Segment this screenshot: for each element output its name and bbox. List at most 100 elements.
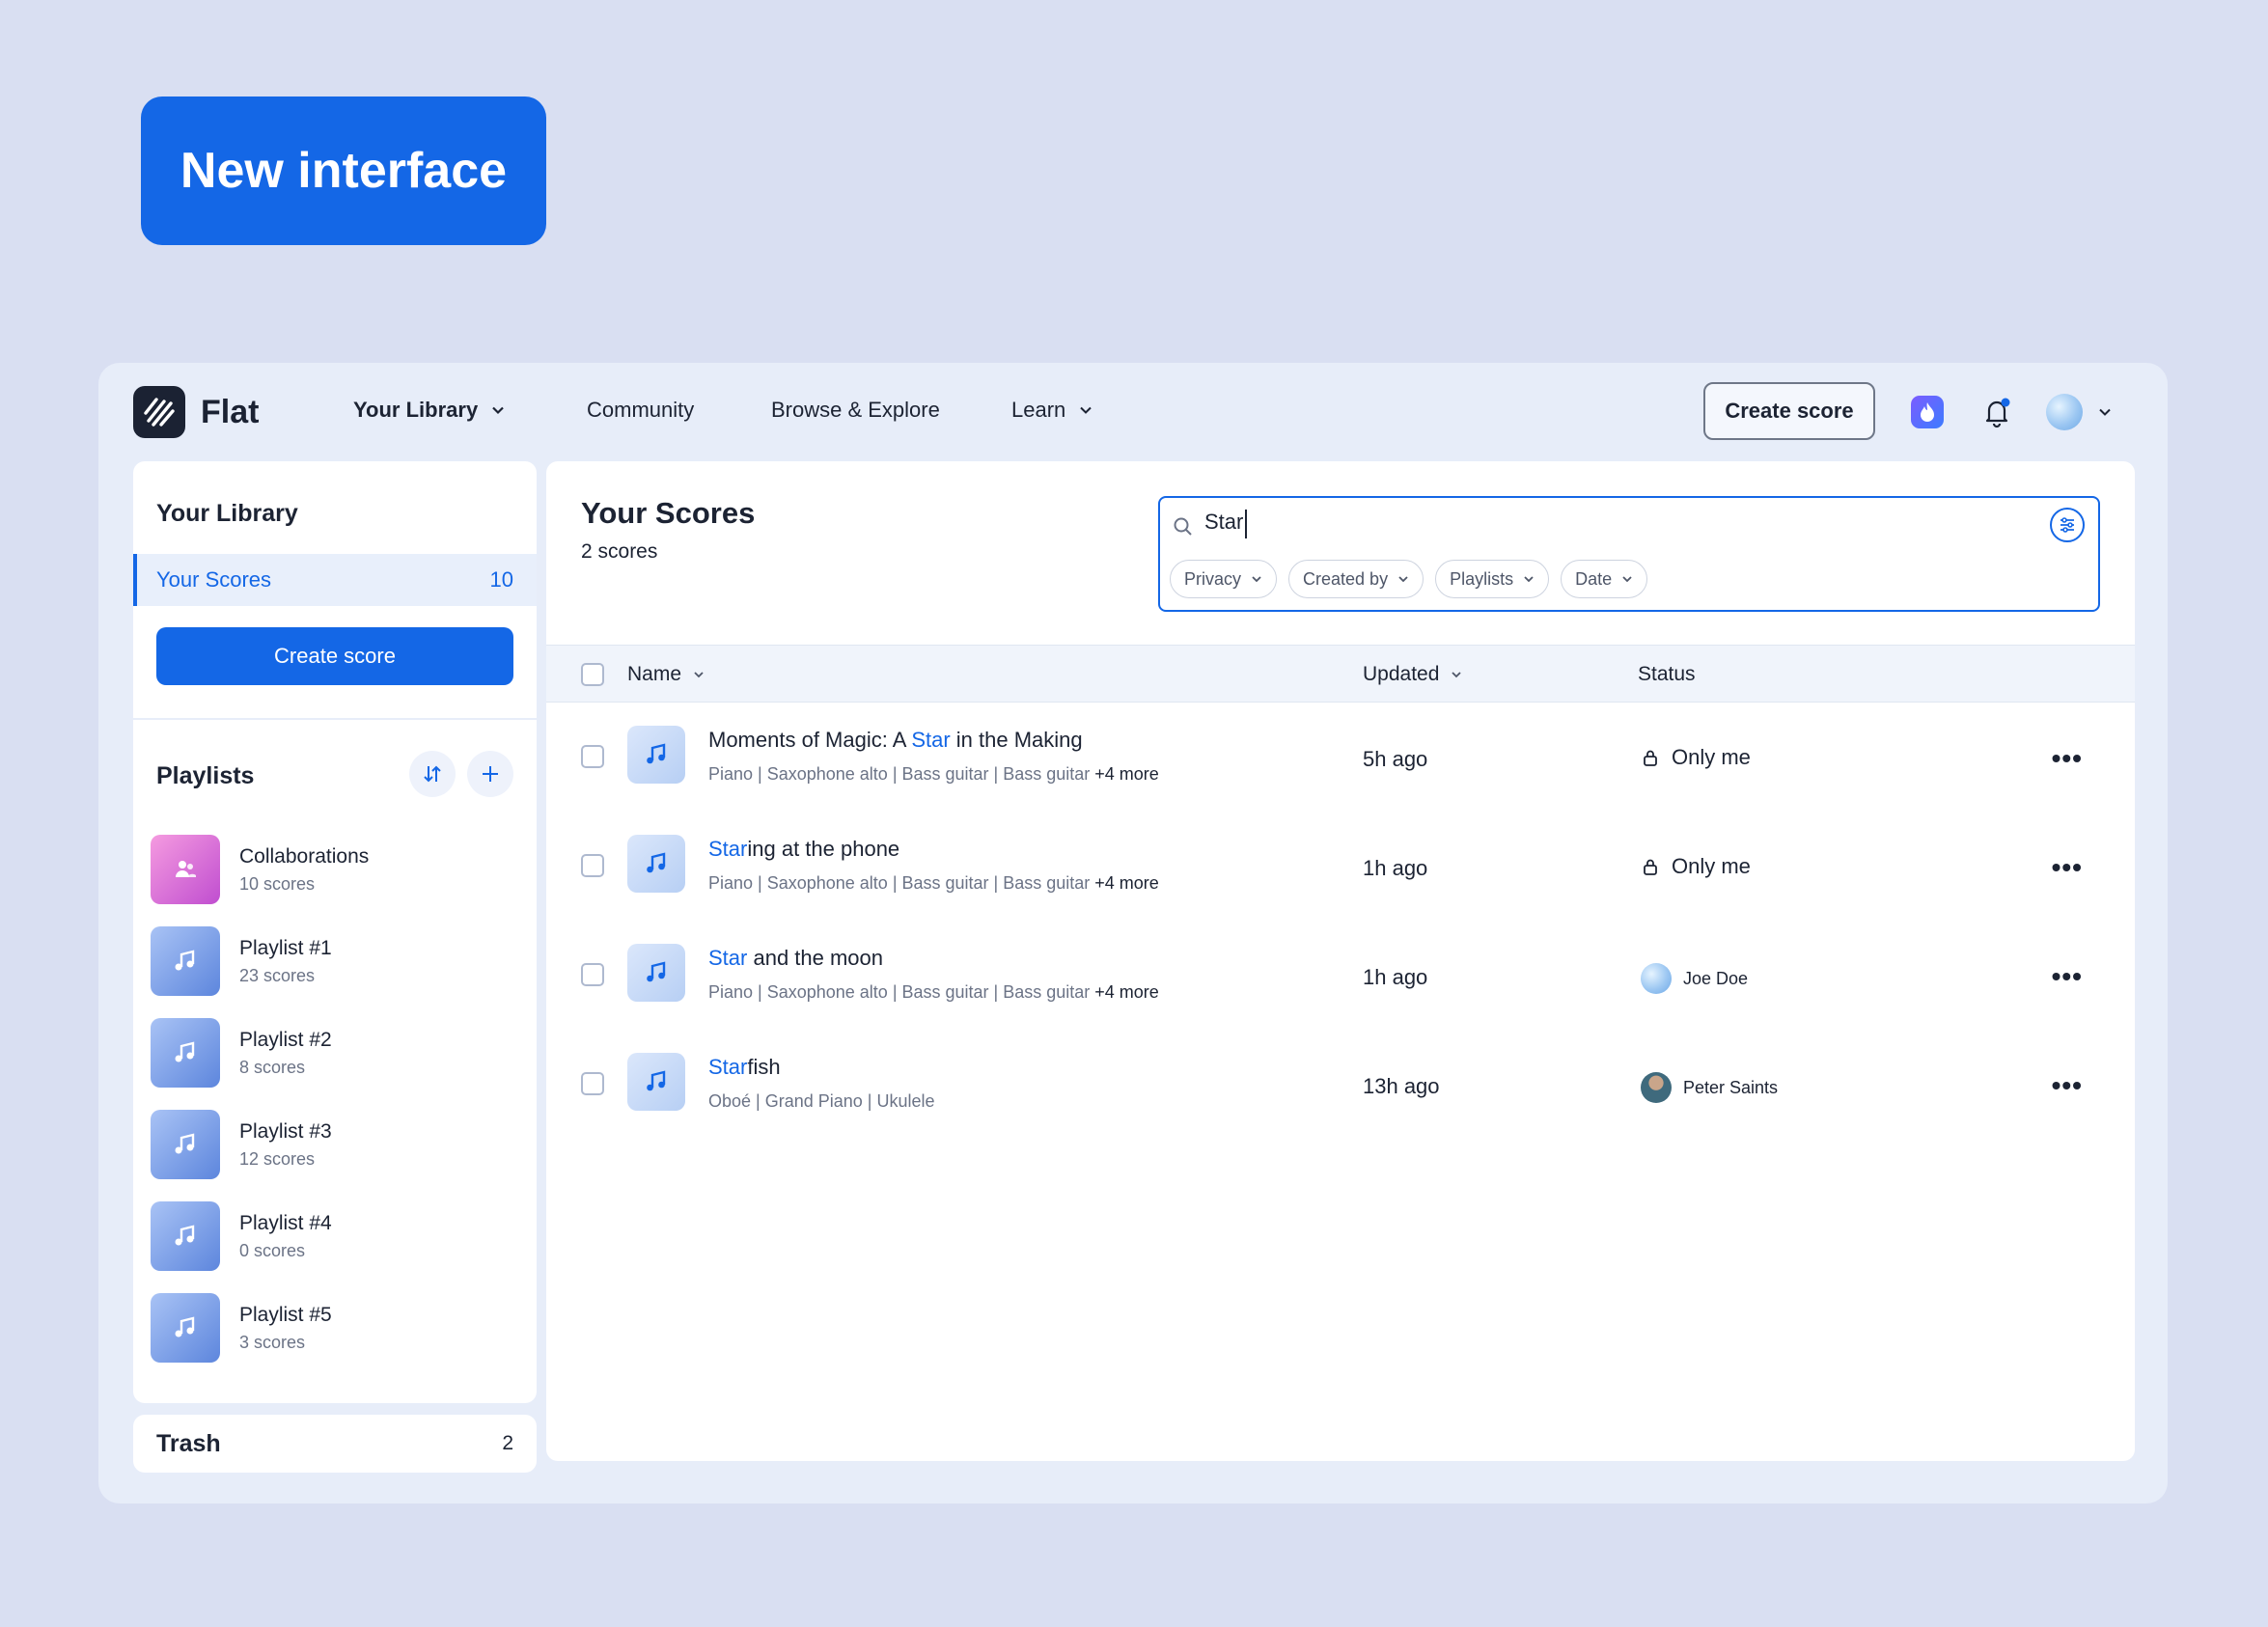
filter-created-by-label: Created by: [1303, 568, 1389, 589]
playlist-item-4[interactable]: Playlist #4 0 scores: [151, 1200, 517, 1272]
flat-logo-icon: [133, 386, 185, 438]
sidebar-title: Your Library: [156, 500, 298, 527]
filter-playlists-label: Playlists: [1450, 568, 1514, 589]
nav-your-library-label: Your Library: [353, 398, 479, 422]
sidebar-library-panel: Your Library Your Scores 10 Create score: [133, 461, 537, 718]
select-all-checkbox[interactable]: [581, 663, 604, 686]
filter-chips: Privacy Created by Playlists Date: [1170, 560, 1648, 598]
row-checkbox[interactable]: [581, 745, 604, 768]
status-label: Peter Saints: [1683, 1077, 1779, 1097]
more-options-icon[interactable]: •••: [2052, 961, 2083, 992]
sidebar-playlists-panel: Playlists Collaborations 10 scores Playl…: [133, 720, 537, 1403]
score-title-post: fish: [747, 1055, 781, 1079]
score-title-highlight: Star: [708, 1055, 748, 1079]
playlists-title: Playlists: [156, 762, 255, 789]
flat-logo[interactable]: Flat: [133, 386, 259, 438]
add-playlist-button[interactable]: [467, 751, 513, 797]
filter-created-by[interactable]: Created by: [1288, 560, 1424, 598]
nav-community[interactable]: Community: [587, 398, 694, 423]
owner-avatar: [1641, 1072, 1672, 1103]
playlist-count: 12 scores: [239, 1148, 316, 1169]
music-notes-icon: [151, 1110, 220, 1179]
score-title[interactable]: Starfish: [708, 1055, 781, 1080]
chevron-down-icon[interactable]: [2098, 405, 2112, 419]
nav-learn[interactable]: Learn: [1011, 398, 1093, 423]
nav-your-library[interactable]: Your Library: [353, 398, 505, 423]
filter-settings-button[interactable]: [2050, 508, 2085, 542]
table-row[interactable]: Star and the moon Piano | Saxophone alto…: [546, 921, 2135, 1030]
nav-browse-explore[interactable]: Browse & Explore: [771, 398, 940, 423]
sort-playlists-button[interactable]: [409, 751, 456, 797]
instruments-more[interactable]: +4 more: [1094, 764, 1159, 784]
chevron-down-icon: [694, 672, 704, 678]
score-instruments: Oboé | Grand Piano | Ukulele: [708, 1091, 934, 1112]
score-title-highlight: Star: [708, 837, 748, 861]
user-avatar[interactable]: [2046, 394, 2083, 430]
playlist-item-collaborations[interactable]: Collaborations 10 scores: [151, 834, 517, 905]
sidebar-item-trash[interactable]: Trash 2: [133, 1415, 537, 1473]
status-label: Joe Doe: [1683, 968, 1749, 988]
status-label: Only me: [1672, 854, 1751, 878]
create-score-button-top[interactable]: Create score: [1703, 382, 1875, 440]
score-instruments: Piano | Saxophone alto | Bass guitar | B…: [708, 982, 1159, 1003]
row-checkbox[interactable]: [581, 1072, 604, 1095]
column-updated[interactable]: Updated: [1363, 663, 1462, 686]
instruments-list: Piano | Saxophone alto | Bass guitar | B…: [708, 982, 1091, 1002]
filter-date[interactable]: Date: [1561, 560, 1648, 598]
filter-playlists[interactable]: Playlists: [1435, 560, 1550, 598]
playlist-count: 3 scores: [239, 1332, 306, 1352]
chevron-down-icon: [1452, 672, 1462, 678]
nav-browse-label: Browse & Explore: [771, 398, 940, 422]
score-status: Only me: [1641, 854, 1751, 879]
trash-label: Trash: [156, 1429, 221, 1457]
more-options-icon[interactable]: •••: [2052, 852, 2083, 883]
playlist-item-3[interactable]: Playlist #3 12 scores: [151, 1109, 517, 1180]
sort-icon: [424, 765, 441, 783]
filter-privacy[interactable]: Privacy: [1170, 560, 1278, 598]
text-caret: [1245, 510, 1247, 538]
table-row[interactable]: Starfish Oboé | Grand Piano | Ukulele 13…: [546, 1030, 2135, 1139]
score-updated: 13h ago: [1363, 1074, 1440, 1098]
column-name[interactable]: Name: [627, 663, 705, 686]
instruments-list: Oboé | Grand Piano | Ukulele: [708, 1091, 935, 1111]
score-title[interactable]: Moments of Magic: A Star in the Making: [708, 728, 1083, 753]
collaborators-icon: [151, 835, 220, 904]
more-options-icon[interactable]: •••: [2052, 743, 2083, 774]
playlist-name: Collaborations: [239, 844, 370, 868]
instruments-more[interactable]: +4 more: [1094, 873, 1159, 893]
notification-bell-icon[interactable]: [1978, 394, 2015, 430]
score-title[interactable]: Staring at the phone: [708, 837, 899, 862]
table-row[interactable]: Staring at the phone Piano | Saxophone a…: [546, 812, 2135, 921]
score-status: Only me: [1641, 745, 1751, 770]
playlist-item-2[interactable]: Playlist #2 8 scores: [151, 1017, 517, 1089]
column-status: Status: [1638, 663, 1696, 686]
table-row[interactable]: Moments of Magic: A Star in the Making P…: [546, 703, 2135, 812]
row-checkbox[interactable]: [581, 963, 604, 986]
chevron-down-icon: [1080, 406, 1092, 414]
playlist-item-1[interactable]: Playlist #1 23 scores: [151, 925, 517, 997]
more-options-icon[interactable]: •••: [2052, 1070, 2083, 1101]
instruments-more[interactable]: +4 more: [1094, 982, 1159, 1002]
music-notes-icon: [151, 926, 220, 996]
search-icon: [1174, 517, 1192, 536]
search-input[interactable]: Star: [1204, 510, 1996, 535]
playlist-count: 23 scores: [239, 965, 316, 985]
playlist-name: Playlist #2: [239, 1028, 332, 1051]
sidebar-item-label: Your Scores: [156, 567, 272, 592]
column-status-label: Status: [1638, 663, 1696, 685]
score-title-pre: Moments of Magic: A: [708, 728, 912, 752]
create-score-button-sidebar[interactable]: Create score: [156, 627, 513, 685]
music-notes-icon: [151, 1293, 220, 1363]
score-title[interactable]: Star and the moon: [708, 946, 883, 971]
flame-icon[interactable]: [1911, 396, 1944, 428]
table-header: Name Updated Status: [546, 645, 2135, 703]
search-box[interactable]: Star Privacy Created by Playlists Date: [1158, 496, 2100, 612]
row-checkbox[interactable]: [581, 854, 604, 877]
music-note-icon: [627, 1053, 685, 1111]
playlist-item-5[interactable]: Playlist #5 3 scores: [151, 1292, 517, 1364]
nav-community-label: Community: [587, 398, 695, 422]
column-name-label: Name: [627, 663, 682, 685]
chevron-down-icon: [1398, 576, 1408, 583]
lock-icon: [1644, 750, 1657, 766]
sidebar-item-your-scores[interactable]: Your Scores 10: [133, 554, 537, 606]
